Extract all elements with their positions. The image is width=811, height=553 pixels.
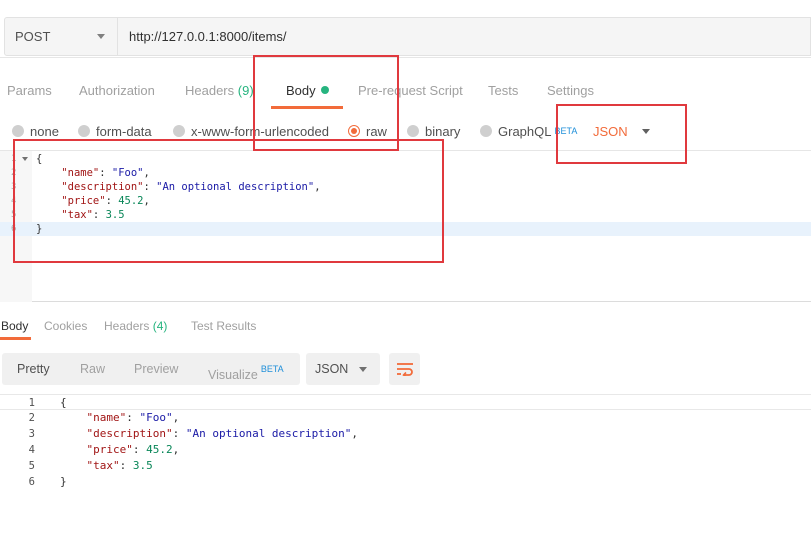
radio-icon: [480, 125, 492, 137]
code-text: "price": 45.2,: [86, 443, 180, 456]
format-label: JSON: [315, 362, 349, 376]
tab-headers[interactable]: Headers (9): [185, 73, 254, 109]
url-text: http://127.0.0.1:8000/items/: [129, 29, 287, 44]
beta-badge: BETA: [260, 364, 284, 374]
code-text: "description": "An optional description"…: [86, 427, 359, 440]
view-pretty[interactable]: Pretty: [17, 353, 50, 385]
response-line: 1 {: [0, 394, 811, 410]
annotation-box-request-body: [13, 139, 444, 263]
request-tabs: Params Authorization Headers (9) Body Pr…: [0, 73, 811, 109]
response-tab-body[interactable]: Body: [0, 312, 32, 340]
code-text: {: [60, 396, 67, 409]
tab-params[interactable]: Params: [7, 73, 52, 109]
view-label: Preview: [134, 362, 179, 376]
option-label: none: [30, 123, 59, 139]
wrap-lines-button[interactable]: [389, 353, 420, 385]
radio-icon: [12, 125, 24, 137]
chevron-down-icon: [97, 34, 105, 39]
view-label: Visualize: [208, 368, 258, 382]
view-label: Pretty: [17, 362, 50, 376]
view-preview[interactable]: Preview: [134, 353, 178, 385]
response-tab-test-results[interactable]: Test Results: [191, 312, 256, 340]
option-label: GraphQL: [498, 123, 552, 139]
annotation-box-body-tab: [253, 55, 399, 151]
line-number: 5: [28, 460, 35, 472]
line-number: 4: [28, 444, 35, 456]
response-line: 3 "description": "An optional descriptio…: [0, 426, 811, 442]
line-number: 1: [28, 397, 35, 409]
annotation-box-json: [556, 104, 687, 164]
option-label: binary: [425, 123, 461, 139]
tab-count: (9): [237, 83, 254, 98]
response-tabs: Body Cookies Headers (4) Test Results: [0, 312, 811, 340]
response-view-bar: Pretty Raw Preview Visualize BETA: [2, 353, 300, 385]
radio-icon: [173, 125, 185, 137]
url-input[interactable]: http://127.0.0.1:8000/items/: [118, 17, 811, 56]
view-label: Raw: [80, 362, 106, 376]
tab-count: (4): [152, 319, 168, 333]
tab-label: Params: [7, 83, 52, 98]
tab-label: Settings: [547, 83, 594, 98]
wrap-lines-icon: [396, 363, 413, 376]
response-line: 2 "name": "Foo",: [0, 410, 811, 426]
response-line: 5 "tax": 3.5: [0, 458, 811, 474]
response-line: 6 }: [0, 474, 811, 490]
code-text: }: [60, 475, 67, 488]
tab-label: Headers: [185, 83, 235, 98]
chevron-down-icon: [359, 367, 367, 372]
radio-icon: [407, 125, 419, 137]
method-label: POST: [15, 29, 51, 44]
option-label: form-data: [96, 123, 152, 139]
view-visualize[interactable]: Visualize BETA: [208, 353, 284, 385]
tab-label: Headers: [104, 319, 150, 333]
response-format-select[interactable]: JSON: [306, 353, 380, 385]
method-select[interactable]: POST: [4, 17, 118, 56]
code-text: "name": "Foo",: [86, 411, 180, 424]
code-text: "tax": 3.5: [86, 459, 153, 472]
radio-icon: [78, 125, 90, 137]
tab-label: Test Results: [191, 319, 257, 333]
view-raw[interactable]: Raw: [80, 353, 105, 385]
tab-label: Cookies: [44, 319, 88, 333]
tab-tests[interactable]: Tests: [488, 73, 518, 109]
line-number: 6: [28, 476, 35, 488]
line-number: 2: [28, 412, 35, 424]
tab-label: Authorization: [79, 83, 155, 98]
response-tab-headers[interactable]: Headers (4): [104, 312, 167, 340]
tab-authorization[interactable]: Authorization: [79, 73, 155, 109]
request-bar: POST http://127.0.0.1:8000/items/: [0, 8, 811, 58]
response-line: 4 "price": 45.2,: [0, 442, 811, 458]
response-tab-cookies[interactable]: Cookies: [44, 312, 87, 340]
tab-label: Body: [1, 319, 29, 333]
tab-label: Tests: [488, 83, 519, 98]
line-number: 3: [28, 428, 35, 440]
